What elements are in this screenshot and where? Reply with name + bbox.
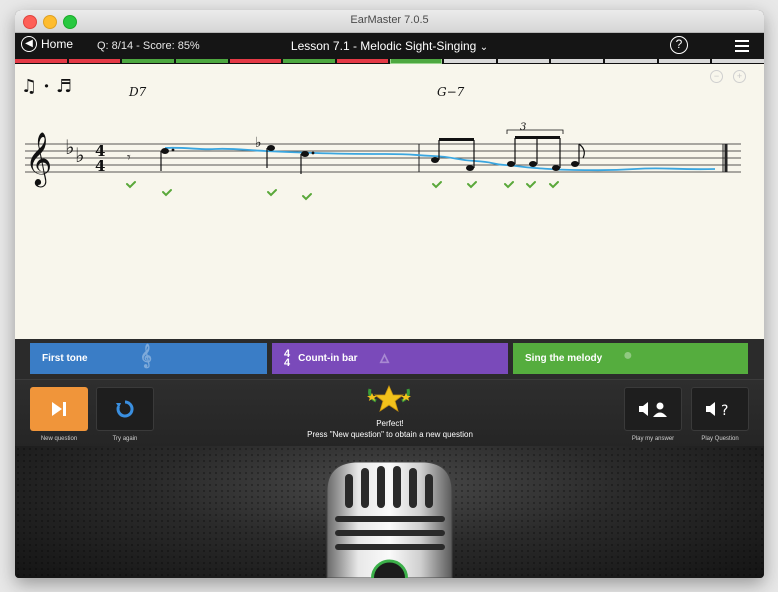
sheet-music-svg: ♫ · ♬ D7 G−7 𝄞 ♭ ♭ 4 4 𝄾 ♭ 3 <box>21 76 741 201</box>
progress-segment <box>605 59 657 63</box>
sheet-music-area: ♫ · ♬ D7 G−7 𝄞 ♭ ♭ 4 4 𝄾 ♭ 3 − + <box>15 64 764 340</box>
progress-segment <box>712 59 764 63</box>
zoom-in-icon[interactable]: + <box>733 70 746 83</box>
speaker-question-icon: ? <box>706 402 728 417</box>
svg-text:?: ? <box>721 403 728 417</box>
hamburger-menu-icon[interactable] <box>735 40 749 55</box>
lesson-selector[interactable]: Lesson 7.1 - Melodic Sight-Singing ⌄ <box>291 39 488 53</box>
progress-segment <box>444 59 496 63</box>
beamed-notes <box>431 138 475 171</box>
chord-symbol: G−7 <box>437 85 465 99</box>
step-sing-melody-label: Sing the melody <box>525 353 603 364</box>
eighth-rest-icon: 𝄾 <box>127 150 131 166</box>
flat-icon: ♭ <box>65 135 74 159</box>
try-again-label: Try again <box>112 436 138 442</box>
metronome-icon: ▵ <box>380 347 390 367</box>
speaker-person-icon <box>639 402 667 417</box>
window-title: EarMaster 7.0.5 <box>350 14 429 26</box>
triplet-label: 3 <box>520 122 526 133</box>
treble-clef-icon: 𝄞 <box>140 345 152 367</box>
treble-clef-icon: 𝄞 <box>25 131 52 187</box>
progress-segment <box>336 59 389 63</box>
chevron-down-icon: ⌄ <box>479 42 489 53</box>
zoom-out-icon[interactable]: − <box>710 70 723 83</box>
progress-segment <box>283 59 335 63</box>
try-again-button[interactable] <box>96 387 154 431</box>
rhythm-legend: ♫ · ♬ <box>21 76 72 97</box>
help-button[interactable]: ? <box>670 36 688 54</box>
title-bar: EarMaster 7.0.5 <box>15 10 764 33</box>
triplet-notes: 3 <box>506 122 564 171</box>
retry-icon <box>116 400 134 418</box>
progress-segment <box>658 59 711 63</box>
feedback-title: Perfect! <box>376 419 404 428</box>
lesson-title-wrap: Lesson 7.1 - Melodic Sight-Singing ⌄ <box>15 39 764 53</box>
step-count-in-bar[interactable]: 44 Count-in bar ▵ <box>272 343 508 374</box>
stars-award-icon <box>366 385 412 413</box>
note <box>300 151 315 174</box>
time-signature-icon: 44 <box>284 348 291 369</box>
step-sing-melody[interactable]: Sing the melody ● <box>513 343 748 374</box>
progress-segment <box>68 59 121 63</box>
step-count-in-label: Count-in bar <box>298 353 358 364</box>
nav-bar: ◀ Home Q: 8/14 - Score: 85% Lesson 7.1 -… <box>15 33 764 59</box>
step-first-tone-label: First tone <box>42 353 88 364</box>
lesson-title: Lesson 7.1 - Melodic Sight-Singing <box>290 39 477 53</box>
note <box>571 143 585 167</box>
exercise-steps-bar: First tone 𝄞 44 Count-in bar ▵ Sing the … <box>15 339 764 379</box>
progress-segment <box>122 59 174 63</box>
microphone-icon: ● <box>623 347 633 364</box>
microphone-icon <box>15 446 764 578</box>
staff <box>25 143 741 173</box>
chord-symbol: D7 <box>128 85 147 99</box>
step-first-tone[interactable]: First tone 𝄞 <box>30 343 267 374</box>
controls-panel: New question Try again Perfect! Press "N… <box>15 379 764 447</box>
note <box>160 148 175 171</box>
new-question-button[interactable] <box>30 387 88 431</box>
time-signature-bottom: 4 <box>95 157 105 175</box>
play-my-answer-label: Play my answer <box>631 436 675 442</box>
correct-check-marks <box>126 181 559 201</box>
progress-segment <box>175 59 228 63</box>
svg-text:♭: ♭ <box>255 135 262 151</box>
microphone-area <box>15 446 764 578</box>
play-question-button[interactable]: ? <box>691 387 749 431</box>
play-my-answer-button[interactable] <box>624 387 682 431</box>
play-question-label: Play Question <box>701 436 739 442</box>
feedback-message-area: Perfect! Press "New question" to obtain … <box>245 418 535 440</box>
app-window: EarMaster 7.0.5 ◀ Home Q: 8/14 - Score: … <box>15 10 764 578</box>
progress-segment <box>15 59 67 63</box>
progress-segment <box>551 59 604 63</box>
new-question-label: New question <box>40 436 78 442</box>
flat-icon: ♭ <box>75 143 84 167</box>
progress-segment <box>229 59 282 63</box>
feedback-message: Press "New question" to obtain a new que… <box>307 430 473 439</box>
progress-segment <box>497 59 550 63</box>
count-in-bottom: 4 <box>284 356 291 369</box>
skip-forward-icon <box>52 402 66 416</box>
